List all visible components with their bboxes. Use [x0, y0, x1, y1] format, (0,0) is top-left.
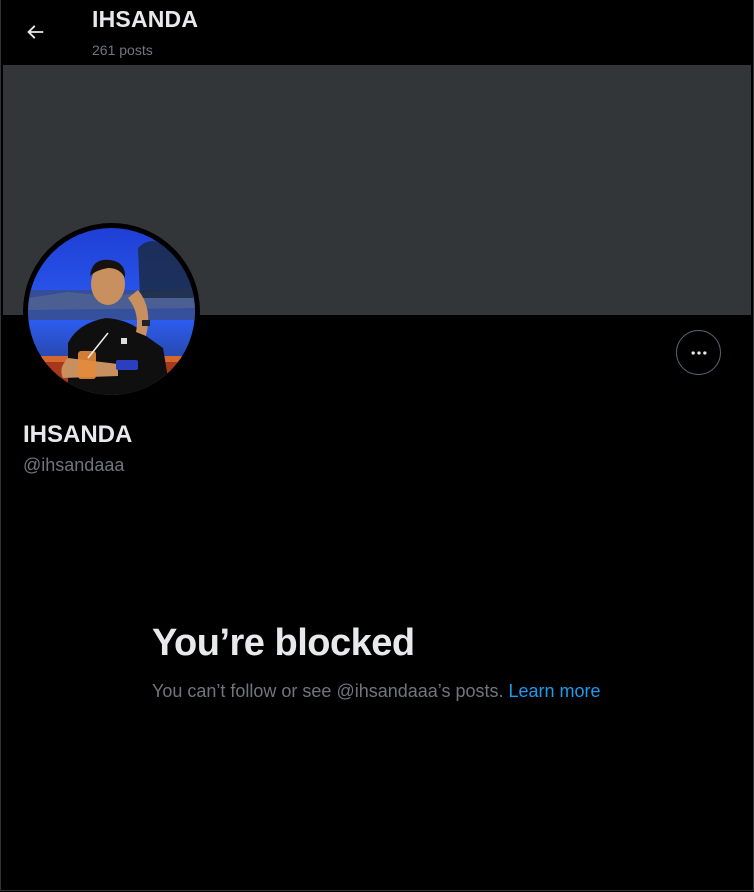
blocked-message-text: You can’t follow or see @ihsandaaa’s pos… [152, 681, 509, 701]
header-bar: IHSANDA 261 posts [1, 0, 753, 64]
display-name: IHSANDA [23, 421, 133, 448]
back-button[interactable] [15, 12, 55, 52]
blocked-heading: You’re blocked [152, 622, 415, 664]
header-title: IHSANDA [92, 6, 199, 32]
avatar[interactable] [28, 228, 195, 395]
arrow-left-icon [27, 25, 44, 39]
avatar-photo [28, 228, 195, 395]
more-horizontal-icon [691, 350, 706, 355]
profile-page: IHSANDA 261 posts IHSANDA @ihsandaaa You… [0, 0, 754, 891]
more-options-button[interactable] [676, 330, 721, 375]
user-handle: @ihsandaaa [23, 455, 125, 475]
learn-more-link[interactable]: Learn more [509, 681, 601, 701]
blocked-message: You can’t follow or see @ihsandaaa’s pos… [152, 679, 602, 704]
post-count: 261 posts [92, 42, 153, 58]
